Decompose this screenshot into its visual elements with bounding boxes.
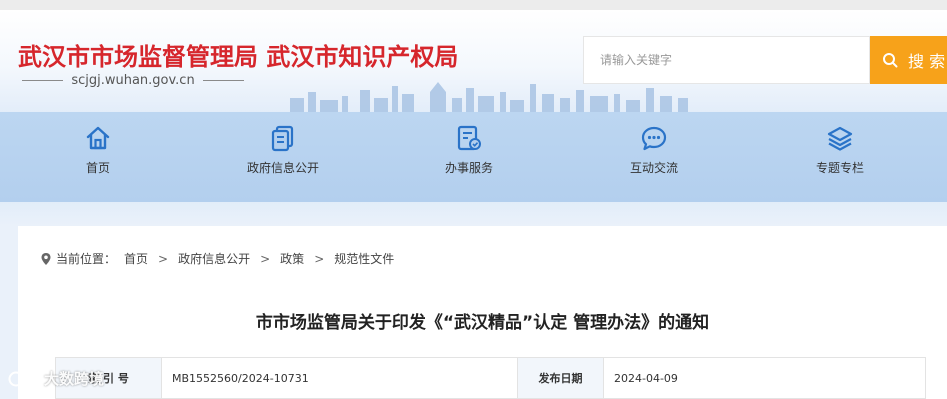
document-icon bbox=[271, 125, 294, 152]
domain-text: scjgj.wuhan.gov.cn bbox=[71, 72, 195, 88]
breadcrumb-prefix: 当前位置： bbox=[56, 252, 117, 266]
watermark-text: 大数跨境 bbox=[44, 370, 105, 388]
meta-date-value: 2024-04-09 bbox=[603, 357, 926, 399]
breadcrumb-link-home[interactable]: 首页 bbox=[124, 250, 148, 267]
domain-rule-left bbox=[22, 79, 64, 81]
home-icon bbox=[86, 126, 110, 150]
search-input[interactable] bbox=[584, 37, 869, 83]
domain-rule-right bbox=[202, 79, 245, 81]
search-input-wrapper bbox=[583, 36, 870, 84]
main-nav: 首页 政府信息公开 办事服务 互动交流 专题专栏 bbox=[0, 112, 947, 202]
location-pin-icon bbox=[41, 252, 51, 265]
nav-item-label: 首页 bbox=[85, 161, 110, 175]
service-icon bbox=[457, 125, 481, 151]
search-icon bbox=[883, 53, 898, 68]
search-button-label: 搜 索 bbox=[908, 52, 946, 71]
watermark-logo-icon bbox=[8, 370, 38, 386]
nav-item-label: 办事服务 bbox=[444, 161, 493, 175]
nav-item-label: 互动交流 bbox=[629, 161, 678, 175]
breadcrumb-separator: > bbox=[314, 251, 325, 266]
watermark: 大数跨境 bbox=[8, 368, 104, 389]
nav-item-home[interactable]: 首页 bbox=[38, 124, 158, 194]
breadcrumb: 当前位置： 首页 > 政府信息公开 > 政策 > 规范性文件 bbox=[40, 250, 394, 267]
breadcrumb-link-gov-info[interactable]: 政府信息公开 bbox=[178, 250, 250, 267]
site-domain: scjgj.wuhan.gov.cn bbox=[22, 72, 245, 88]
site-header: 武汉市市场监督管理局 武汉市知识产权局 scjgj.wuhan.gov.cn 请… bbox=[0, 10, 947, 112]
meta-date-label: 发布日期 bbox=[517, 357, 604, 399]
top-strip bbox=[0, 0, 947, 10]
breadcrumb-link-policy[interactable]: 政策 bbox=[280, 250, 304, 267]
meta-index-value: MB1552560/2024-10731 bbox=[161, 357, 518, 399]
site-title: 武汉市市场监督管理局 武汉市知识产权局 bbox=[18, 43, 459, 71]
search-button[interactable]: 搜 索 bbox=[870, 36, 947, 84]
nav-item-label: 政府信息公开 bbox=[246, 161, 319, 175]
nav-item-label: 专题专栏 bbox=[815, 161, 864, 175]
layers-icon bbox=[827, 126, 853, 151]
breadcrumb-separator: > bbox=[260, 251, 271, 266]
chat-icon bbox=[641, 126, 667, 151]
article-meta-table: 索 引 号 MB1552560/2024-10731 发布日期 2024-04-… bbox=[55, 357, 926, 399]
nav-item-interaction[interactable]: 互动交流 bbox=[594, 124, 714, 194]
article-title: 市市场监管局关于印发《“武汉精品”认定 管理办法》的通知 bbox=[255, 313, 710, 333]
breadcrumb-separator: > bbox=[158, 251, 169, 266]
section-band bbox=[0, 202, 947, 226]
meta-row: 索 引 号 MB1552560/2024-10731 发布日期 2024-04-… bbox=[55, 357, 926, 399]
nav-item-gov-info[interactable]: 政府信息公开 bbox=[223, 124, 343, 194]
breadcrumb-link-normative-docs[interactable]: 规范性文件 bbox=[334, 250, 394, 267]
nav-item-services[interactable]: 办事服务 bbox=[409, 124, 529, 194]
article-panel: 当前位置： 首页 > 政府信息公开 > 政策 > 规范性文件 市市场监管局关于印… bbox=[18, 226, 947, 399]
nav-item-topics[interactable]: 专题专栏 bbox=[780, 124, 900, 194]
